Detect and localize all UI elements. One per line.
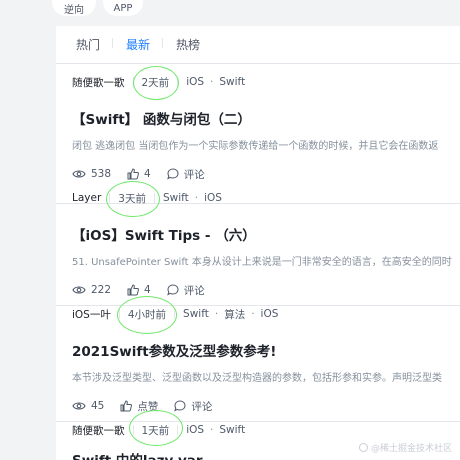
tag[interactable]: Swift — [219, 76, 245, 88]
author-name[interactable]: 随便歌一歌 — [72, 75, 125, 90]
chip-app[interactable]: APP — [103, 0, 143, 16]
thumbs-up-icon — [127, 284, 139, 296]
divider — [132, 77, 134, 87]
comment-icon — [166, 168, 179, 180]
publish-time: 3天前 — [118, 192, 146, 205]
view-count-value: 538 — [91, 168, 112, 180]
author-name[interactable]: iOS一叶 — [72, 307, 111, 322]
tag[interactable]: Swift — [219, 424, 245, 436]
comment-icon — [174, 400, 186, 412]
article-abstract[interactable]: 本节涉及泛型类型、泛型函数以及泛型构造器的参数，包括形参和实参。声明泛型类 — [72, 369, 460, 384]
tab-latest[interactable]: 最新 — [112, 36, 150, 53]
author-name[interactable]: Layer — [72, 192, 101, 204]
tag[interactable]: iOS — [261, 308, 279, 320]
like-label: 点赞 — [137, 400, 159, 413]
publish-time: 4小时前 — [127, 308, 167, 321]
comment-label: 评论 — [191, 400, 213, 413]
feed-tabs: 热门 最新 热榜 — [56, 26, 460, 64]
article-actions: 222 4 评论 — [72, 283, 221, 297]
comment-label: 评论 — [183, 284, 205, 297]
divider — [177, 77, 179, 87]
article-item[interactable]: 随便歌一歌 2天前 iOS · Swift 【Swift】 函数与闭包（二） 闭… — [56, 74, 460, 204]
divider — [118, 309, 120, 319]
publish-time: 2天前 — [141, 76, 170, 89]
comment-icon — [166, 284, 179, 296]
article-title[interactable]: 2021Swift参数及泛型参数参考! — [72, 340, 276, 360]
comment-button[interactable]: 评论 — [174, 399, 212, 414]
article-title[interactable]: 【iOS】Swift Tips - （六） — [72, 224, 256, 244]
tag[interactable]: iOS — [186, 76, 204, 88]
juejin-logo-icon — [358, 443, 368, 452]
like-count: 4 — [144, 284, 151, 296]
filter-chips: 逆向 APP — [0, 0, 460, 22]
thumbs-up-icon — [127, 168, 139, 180]
article-item[interactable]: Layer 3天前 Swift · iOS 【iOS】Swift Tips - … — [56, 190, 460, 306]
comment-label: 评论 — [183, 168, 205, 181]
tag[interactable]: 算法 — [224, 307, 245, 322]
divider — [174, 309, 176, 319]
article-meta: 随便歌一歌 1天前 iOS · Swift — [72, 423, 246, 438]
view-count: 45 — [72, 400, 104, 412]
article-abstract[interactable]: 闭包 逃逸闭包 当闭包作为一个实际参数传递给一个函数的时候，并且它会在函数返 — [72, 137, 460, 152]
comment-button[interactable]: 评论 — [166, 283, 205, 298]
author-name[interactable]: 随便歌一歌 — [72, 423, 125, 438]
article-title[interactable]: 【Swift】 函数与闭包（二） — [72, 108, 251, 128]
comment-button[interactable]: 评论 — [166, 167, 205, 182]
divider — [177, 425, 179, 435]
like-button[interactable]: 4 — [127, 168, 151, 180]
tag[interactable]: Swift — [183, 308, 209, 320]
divider — [109, 193, 111, 203]
chip-reverse[interactable]: 逆向 — [52, 0, 96, 16]
tab-ranking[interactable]: 热榜 — [162, 36, 200, 53]
view-count: 222 — [72, 284, 111, 296]
divider — [132, 425, 134, 435]
view-count-value: 45 — [91, 400, 105, 412]
eye-icon — [72, 286, 86, 294]
article-meta: Layer 3天前 Swift · iOS — [72, 192, 222, 205]
like-button[interactable]: 点赞 — [120, 399, 158, 414]
tag[interactable]: iOS — [186, 424, 204, 436]
tag[interactable]: Swift — [163, 192, 189, 204]
tag[interactable]: iOS — [204, 192, 222, 204]
view-count-value: 222 — [91, 284, 112, 296]
thumbs-up-icon — [120, 400, 133, 412]
article-actions: 538 4 评论 — [72, 167, 221, 181]
article-feed: 热门 最新 热榜 随便歌一歌 2天前 iOS · Swift 【Swift】 函… — [56, 26, 460, 460]
like-button[interactable]: 4 — [127, 284, 151, 296]
view-count: 538 — [72, 168, 111, 180]
eye-icon — [72, 402, 86, 410]
like-count: 4 — [144, 168, 151, 180]
article-title[interactable]: Swift 中的lazy var — [72, 449, 203, 460]
article-meta: iOS一叶 4小时前 Swift · 算法 · iOS — [72, 307, 279, 322]
article-meta: 随便歌一歌 2天前 iOS · Swift — [72, 75, 246, 90]
eye-icon — [72, 170, 86, 178]
article-abstract[interactable]: 51. UnsafePointer Swift 本身从设计上来说是一门非常安全的… — [72, 253, 460, 268]
watermark: @稀土掘金技术社区 — [358, 441, 452, 454]
divider — [153, 193, 155, 203]
article-item[interactable]: iOS一叶 4小时前 Swift · 算法 · iOS 2021Swift参数及… — [56, 306, 460, 422]
article-actions: 45 点赞 评论 — [72, 399, 228, 413]
tab-hot[interactable]: 热门 — [76, 36, 100, 53]
publish-time: 1天前 — [141, 424, 170, 437]
watermark-text: @稀土掘金技术社区 — [370, 444, 452, 454]
